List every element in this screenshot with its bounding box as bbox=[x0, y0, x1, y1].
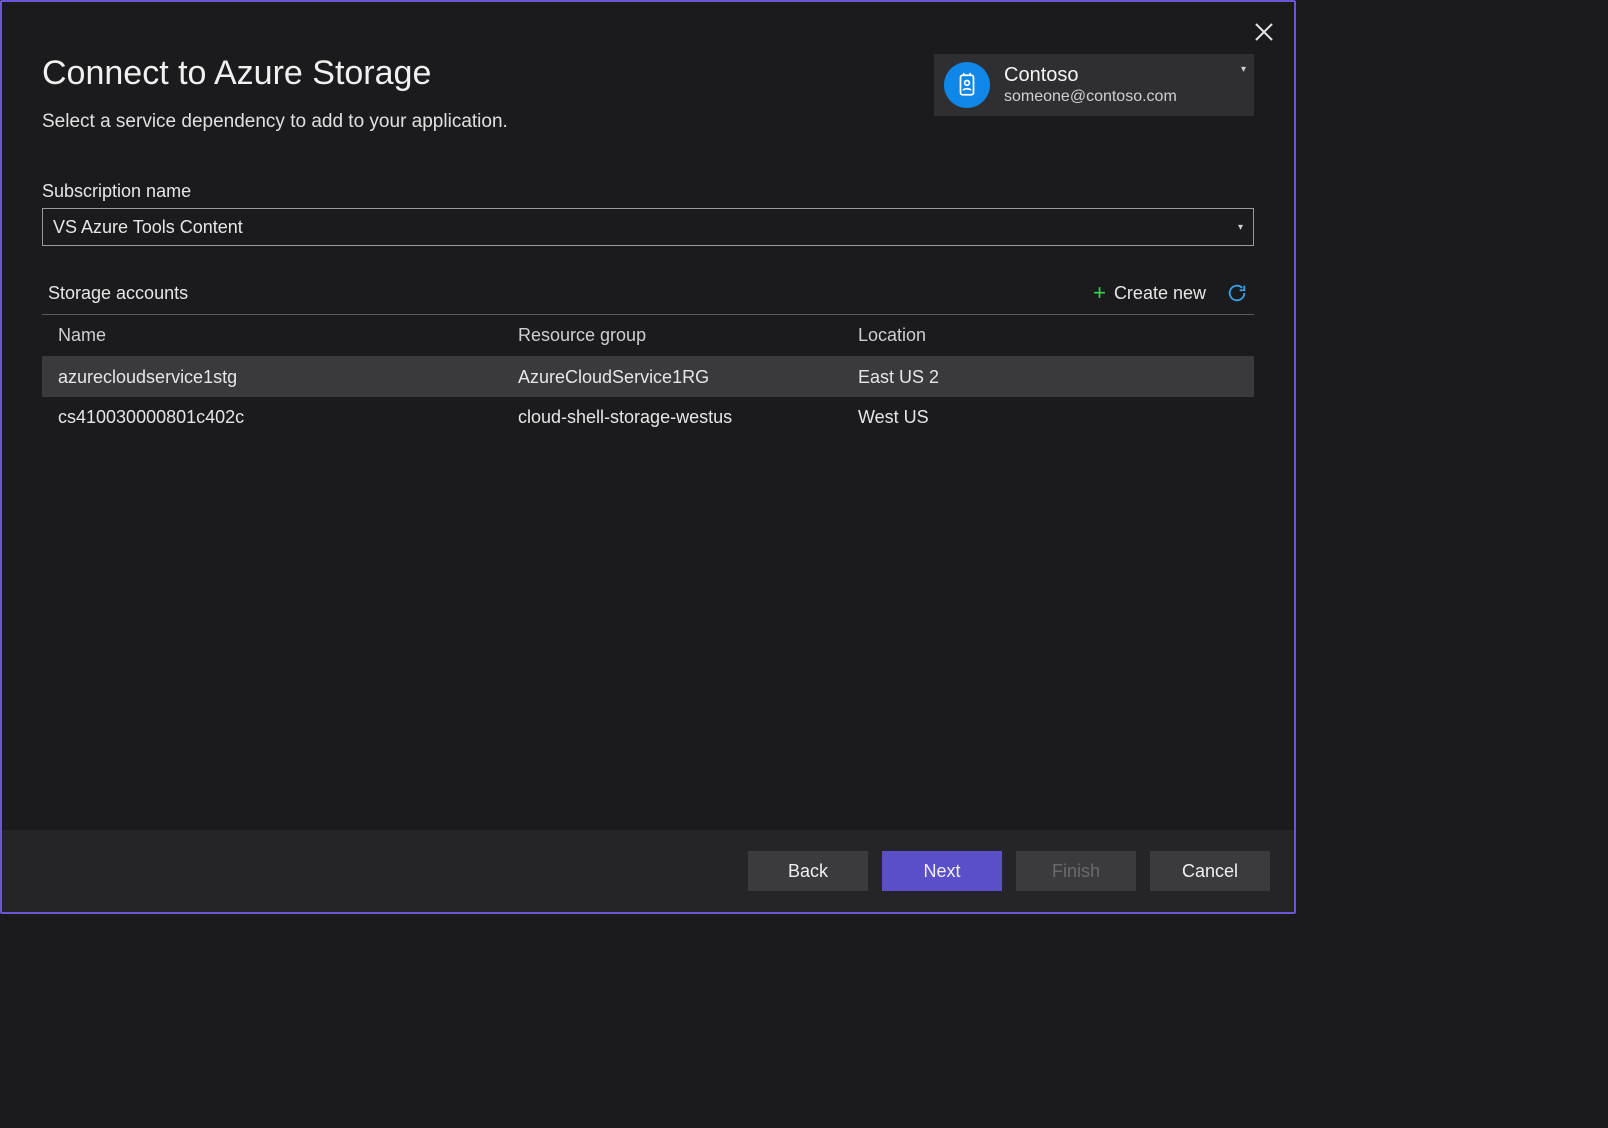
plus-icon: + bbox=[1093, 282, 1106, 304]
create-new-label: Create new bbox=[1114, 283, 1206, 304]
cancel-button[interactable]: Cancel bbox=[1150, 851, 1270, 891]
table-row[interactable]: azurecloudservice1stgAzureCloudService1R… bbox=[42, 357, 1254, 397]
back-button[interactable]: Back bbox=[748, 851, 868, 891]
account-selector[interactable]: Contoso someone@contoso.com ▾ bbox=[934, 54, 1254, 116]
chevron-down-icon: ▾ bbox=[1241, 64, 1246, 75]
badge-icon bbox=[954, 72, 980, 98]
account-badge-icon bbox=[944, 62, 990, 108]
col-header-location: Location bbox=[858, 325, 1238, 346]
dialog-window: Connect to Azure Storage Select a servic… bbox=[0, 0, 1296, 914]
finish-button: Finish bbox=[1016, 851, 1136, 891]
create-new-button[interactable]: + Create new bbox=[1093, 282, 1206, 304]
next-button[interactable]: Next bbox=[882, 851, 1002, 891]
subscription-selected-value: VS Azure Tools Content bbox=[53, 217, 243, 238]
col-header-resource-group: Resource group bbox=[518, 325, 858, 346]
cell-name: cs410030000801c402c bbox=[58, 407, 518, 428]
header-text-block: Connect to Azure Storage Select a servic… bbox=[42, 54, 508, 133]
storage-accounts-table: Name Resource group Location azureclouds… bbox=[42, 314, 1254, 437]
cell-location: West US bbox=[858, 407, 1238, 428]
cell-name: azurecloudservice1stg bbox=[58, 367, 518, 388]
refresh-button[interactable] bbox=[1226, 282, 1248, 304]
cell-resource_group: cloud-shell-storage-westus bbox=[518, 407, 858, 428]
dialog-subtitle: Select a service dependency to add to yo… bbox=[42, 111, 508, 133]
close-icon bbox=[1252, 20, 1276, 44]
chevron-down-icon: ▾ bbox=[1238, 222, 1243, 233]
subscription-dropdown[interactable]: VS Azure Tools Content ▾ bbox=[42, 208, 1254, 246]
refresh-icon bbox=[1226, 282, 1248, 304]
storage-accounts-title: Storage accounts bbox=[48, 283, 188, 304]
dialog-footer: Back Next Finish Cancel bbox=[2, 830, 1294, 912]
dialog-title: Connect to Azure Storage bbox=[42, 54, 508, 93]
close-button[interactable] bbox=[1252, 20, 1276, 44]
account-email: someone@contoso.com bbox=[1004, 87, 1240, 106]
account-org-name: Contoso bbox=[1004, 63, 1240, 87]
subscription-label: Subscription name bbox=[42, 181, 1254, 202]
table-header: Name Resource group Location bbox=[42, 315, 1254, 357]
table-row[interactable]: cs410030000801c402ccloud-shell-storage-w… bbox=[42, 397, 1254, 437]
cell-resource_group: AzureCloudService1RG bbox=[518, 367, 858, 388]
cell-location: East US 2 bbox=[858, 367, 1238, 388]
col-header-name: Name bbox=[58, 325, 518, 346]
